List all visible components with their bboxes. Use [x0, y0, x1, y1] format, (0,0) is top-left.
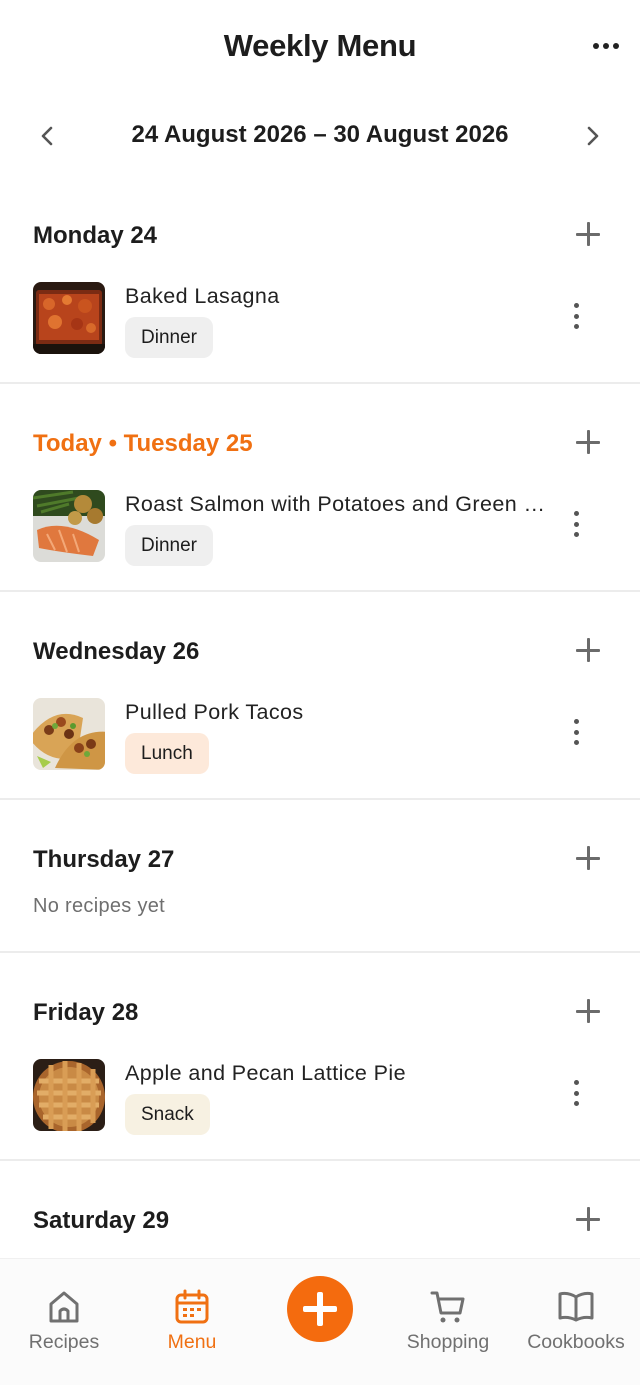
- recipe-options-icon[interactable]: [564, 511, 588, 537]
- recipe-item[interactable]: Baked Lasagna Dinner: [0, 271, 640, 382]
- add-recipe-button[interactable]: [574, 428, 602, 456]
- meal-tag: Dinner: [125, 525, 213, 566]
- nav-label: Recipes: [28, 1331, 100, 1353]
- nav-shopping[interactable]: Shopping: [384, 1287, 512, 1354]
- nav-label: Shopping: [406, 1331, 490, 1353]
- empty-day-text: No recipes yet: [33, 895, 166, 917]
- add-recipe-button[interactable]: [574, 997, 602, 1025]
- day-section-monday: Monday 24 Baked Lasagna Dinner: [0, 176, 640, 384]
- next-week-button[interactable]: [572, 116, 612, 156]
- nav-cookbooks[interactable]: Cookbooks: [512, 1287, 640, 1354]
- meal-tag: Snack: [125, 1094, 210, 1135]
- recipe-options-icon[interactable]: [564, 719, 588, 745]
- cart-icon: [430, 1291, 465, 1323]
- recipe-item[interactable]: Roast Salmon with Potatoes and Green Bea…: [0, 479, 640, 590]
- day-section-thursday: Thursday 27 No recipes yet: [0, 800, 640, 953]
- page-title: Weekly Menu: [223, 28, 417, 63]
- more-options-icon[interactable]: [586, 30, 626, 62]
- nav-label: Cookbooks: [527, 1331, 625, 1353]
- app-header: Weekly Menu: [0, 0, 640, 95]
- recipe-image-lasagna: [33, 282, 105, 354]
- add-recipe-button[interactable]: [574, 220, 602, 248]
- recipe-image-tacos: [33, 698, 105, 770]
- recipe-name: Apple and Pecan Lattice Pie: [125, 1061, 406, 1085]
- recipe-image-salmon: [33, 490, 105, 562]
- week-navigator: 24 August 2026 – 30 August 2026: [0, 108, 640, 164]
- empty-day: No recipes yet: [0, 895, 640, 951]
- recipe-name: Pulled Pork Tacos: [125, 700, 304, 724]
- day-title-today: Today • Tuesday 25: [33, 430, 253, 457]
- recipe-item[interactable]: Apple and Pecan Lattice Pie Snack: [0, 1048, 640, 1159]
- nav-menu[interactable]: Menu: [128, 1287, 256, 1354]
- recipe-name: Baked Lasagna: [125, 284, 280, 308]
- calendar-icon: [175, 1289, 209, 1324]
- day-list: Monday 24 Baked Lasagna Dinner Today • T: [0, 176, 640, 1258]
- day-section-friday: Friday 28 Apple and Pecan Lattice Pie Sn…: [0, 953, 640, 1161]
- add-recipe-button[interactable]: [574, 1205, 602, 1233]
- book-icon: [558, 1291, 594, 1322]
- meal-tag: Lunch: [125, 733, 209, 774]
- add-recipe-button[interactable]: [574, 844, 602, 872]
- meal-tag: Dinner: [125, 317, 213, 358]
- week-range: 24 August 2026 – 30 August 2026: [131, 121, 509, 148]
- recipe-item[interactable]: Pulled Pork Tacos Lunch: [0, 687, 640, 798]
- day-section-saturday: Saturday 29: [0, 1161, 640, 1256]
- add-to-menu-button[interactable]: [287, 1276, 353, 1342]
- day-title: Wednesday 26: [33, 638, 200, 665]
- add-recipe-button[interactable]: [574, 636, 602, 664]
- day-section-wednesday: Wednesday 26 Pulled Pork Tacos Lunch: [0, 592, 640, 800]
- nav-label: Menu: [167, 1331, 217, 1353]
- day-title: Friday 28: [33, 999, 139, 1026]
- nav-recipes[interactable]: Recipes: [0, 1287, 128, 1354]
- recipe-options-icon[interactable]: [564, 1080, 588, 1106]
- day-title: Saturday 29: [33, 1207, 170, 1234]
- day-title: Thursday 27: [33, 846, 175, 873]
- day-section-tuesday: Today • Tuesday 25 Roast Salmon with Pot…: [0, 384, 640, 592]
- chevron-right-icon: [587, 126, 599, 146]
- recipe-image-pie: [33, 1059, 105, 1131]
- bottom-navigation: Recipes Menu Shopping Cookbooks: [0, 1258, 640, 1385]
- recipe-name: Roast Salmon with Potatoes and Green Bea…: [125, 492, 545, 516]
- home-icon: [49, 1291, 79, 1323]
- recipe-options-icon[interactable]: [564, 303, 588, 329]
- day-title: Monday 24: [33, 222, 158, 249]
